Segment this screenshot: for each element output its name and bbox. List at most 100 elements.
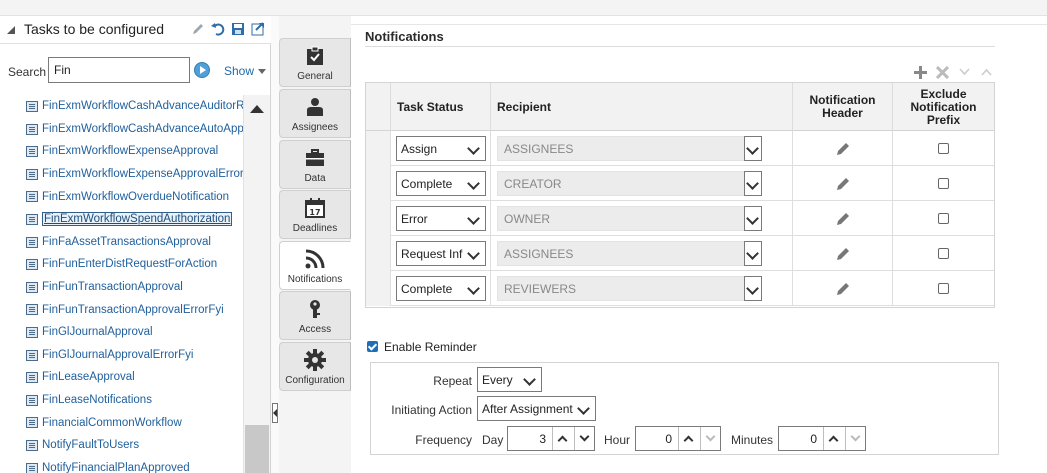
day-input[interactable]: 3 bbox=[507, 426, 595, 451]
add-icon[interactable] bbox=[913, 65, 927, 79]
edit-icon[interactable] bbox=[190, 21, 206, 37]
scroll-up-icon[interactable] bbox=[250, 105, 264, 113]
list-item[interactable]: FinExmWorkflowExpenseApprovalErrorFy bbox=[0, 163, 243, 186]
list-item[interactable]: NotifyFinancialPlanApproved bbox=[0, 457, 243, 473]
list-item[interactable]: FinGlJournalApprovalErrorFyi bbox=[0, 344, 243, 367]
recipient-field[interactable]: OWNER bbox=[497, 206, 745, 231]
export-icon[interactable] bbox=[250, 21, 266, 37]
pencil-icon[interactable] bbox=[835, 176, 851, 192]
increment-icon[interactable] bbox=[552, 427, 572, 450]
pencil-icon[interactable] bbox=[835, 211, 851, 227]
list-item[interactable]: FinGlJournalApproval bbox=[0, 321, 243, 344]
reminder-settings: Repeat Every Initiating Action After Ass… bbox=[370, 362, 999, 455]
task-label: FinExmWorkflowCashAdvanceAutoApplie bbox=[42, 122, 243, 135]
recipient-dropdown[interactable] bbox=[744, 171, 762, 196]
exclude-prefix-checkbox[interactable] bbox=[938, 178, 949, 189]
list-item[interactable]: FinExmWorkflowCashAdvanceAuditorRej bbox=[0, 95, 243, 118]
recipient-field[interactable]: ASSIGNEES bbox=[497, 136, 745, 161]
list-item[interactable]: FinFaAssetTransactionsApproval bbox=[0, 231, 243, 254]
undo-icon[interactable] bbox=[210, 21, 226, 37]
tab-assignees[interactable]: Assignees bbox=[279, 89, 351, 138]
list-item-selected[interactable]: FinExmWorkflowSpendAuthorization bbox=[0, 208, 243, 231]
tab-general[interactable]: General bbox=[279, 38, 351, 87]
list-item[interactable]: FinLeaseNotifications bbox=[0, 389, 243, 412]
list-item[interactable]: FinExmWorkflowCashAdvanceAutoApplie bbox=[0, 118, 243, 141]
row-selector[interactable] bbox=[366, 166, 391, 201]
table-row[interactable]: Complete REVIEWERS bbox=[366, 271, 994, 306]
show-menu[interactable]: Show bbox=[224, 64, 267, 78]
recipient-field[interactable]: CREATOR bbox=[497, 171, 745, 196]
collapse-triangle-icon[interactable] bbox=[7, 26, 15, 34]
table-row[interactable]: Complete CREATOR bbox=[366, 166, 994, 201]
hour-input[interactable]: 0 bbox=[635, 426, 721, 451]
task-list-scrollbar[interactable] bbox=[243, 95, 270, 473]
pencil-icon[interactable] bbox=[835, 246, 851, 262]
save-icon[interactable] bbox=[230, 21, 246, 37]
exclude-prefix-checkbox[interactable] bbox=[938, 213, 949, 224]
initiating-action-select[interactable]: After Assignment bbox=[477, 396, 596, 421]
list-item[interactable]: FinFunTransactionApprovalErrorFyi bbox=[0, 298, 243, 321]
task-status-select[interactable]: Request Inf bbox=[396, 241, 486, 266]
recipient-cell: OWNER bbox=[491, 201, 793, 236]
minutes-input[interactable]: 0 bbox=[778, 426, 866, 451]
task-status-select[interactable]: Complete bbox=[396, 171, 486, 196]
header-cell bbox=[793, 131, 893, 166]
scroll-thumb[interactable] bbox=[245, 425, 269, 473]
pencil-icon[interactable] bbox=[835, 141, 851, 157]
task-status-select[interactable]: Assign bbox=[396, 136, 486, 161]
recipient-dropdown[interactable] bbox=[744, 206, 762, 231]
move-down-icon[interactable] bbox=[957, 65, 971, 79]
task-icon bbox=[26, 236, 38, 248]
tasks-panel-header: Tasks to be configured bbox=[0, 16, 271, 44]
pencil-icon[interactable] bbox=[835, 281, 851, 297]
task-label: FinExmWorkflowSpendAuthorization bbox=[42, 212, 233, 227]
decrement-icon[interactable] bbox=[700, 427, 720, 450]
decrement-icon[interactable] bbox=[574, 427, 594, 450]
row-selector[interactable] bbox=[366, 201, 391, 236]
exclude-cell bbox=[893, 236, 994, 271]
panel-splitter[interactable] bbox=[271, 16, 279, 473]
chevron-down-icon bbox=[577, 402, 590, 415]
list-item[interactable]: FinExmWorkflowExpenseApproval bbox=[0, 140, 243, 163]
recipient-field[interactable]: REVIEWERS bbox=[497, 276, 745, 301]
repeat-select[interactable]: Every bbox=[477, 367, 542, 392]
list-item[interactable]: FinLeaseApproval bbox=[0, 366, 243, 389]
increment-icon[interactable] bbox=[678, 427, 698, 450]
list-item[interactable]: FinFunEnterDistRequestForAction bbox=[0, 253, 243, 276]
task-status-select[interactable]: Complete bbox=[396, 276, 486, 301]
tab-data[interactable]: Data bbox=[279, 140, 351, 189]
enable-reminder-checkbox[interactable] bbox=[367, 341, 378, 352]
day-value: 3 bbox=[539, 431, 546, 446]
row-selector[interactable] bbox=[366, 271, 391, 306]
row-selector[interactable] bbox=[366, 131, 391, 166]
search-input[interactable] bbox=[48, 57, 190, 83]
collapse-left-icon[interactable] bbox=[272, 403, 278, 423]
decrement-icon[interactable] bbox=[845, 427, 865, 450]
panel-title: Tasks to be configured bbox=[24, 21, 165, 37]
exclude-prefix-checkbox[interactable] bbox=[938, 283, 949, 294]
recipient-field[interactable]: ASSIGNEES bbox=[497, 241, 745, 266]
tab-configuration[interactable]: Configuration bbox=[279, 342, 351, 391]
list-item[interactable]: FinancialCommonWorkflow bbox=[0, 411, 243, 434]
tab-access[interactable]: Access bbox=[279, 291, 351, 340]
list-item[interactable]: FinExmWorkflowOverdueNotification bbox=[0, 185, 243, 208]
recipient-dropdown[interactable] bbox=[744, 241, 762, 266]
exclude-prefix-checkbox[interactable] bbox=[938, 143, 949, 154]
increment-icon[interactable] bbox=[823, 427, 843, 450]
delete-icon[interactable] bbox=[935, 65, 949, 79]
table-row[interactable]: Assign ASSIGNEES bbox=[366, 131, 994, 166]
list-item[interactable]: NotifyFaultToUsers bbox=[0, 434, 243, 457]
exclude-prefix-checkbox[interactable] bbox=[938, 248, 949, 259]
table-row[interactable]: Request Inf ASSIGNEES bbox=[366, 236, 994, 271]
row-selector[interactable] bbox=[366, 236, 391, 271]
list-item[interactable]: FinFunTransactionApproval bbox=[0, 276, 243, 299]
recipient-dropdown[interactable] bbox=[744, 276, 762, 301]
chevron-down-icon bbox=[746, 282, 759, 295]
search-go-icon[interactable] bbox=[194, 62, 210, 78]
move-up-icon[interactable] bbox=[979, 65, 993, 79]
recipient-dropdown[interactable] bbox=[744, 136, 762, 161]
tab-notifications[interactable]: Notifications bbox=[279, 241, 351, 290]
table-row[interactable]: Error OWNER bbox=[366, 201, 994, 236]
tab-deadlines[interactable]: 17 Deadlines bbox=[279, 190, 351, 239]
task-status-select[interactable]: Error bbox=[396, 206, 486, 231]
